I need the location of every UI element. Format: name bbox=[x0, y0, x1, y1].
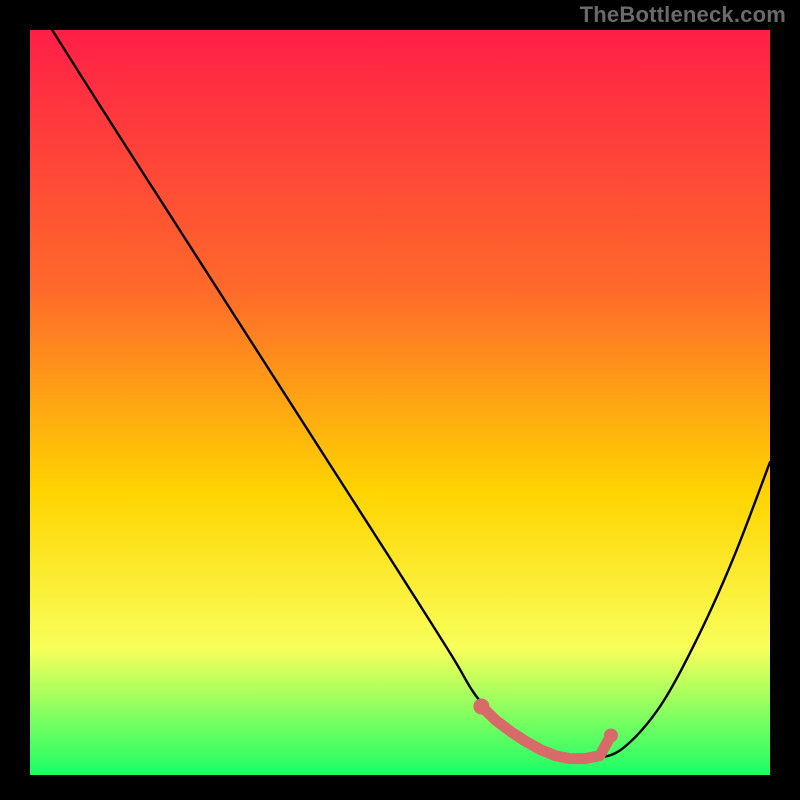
highlight-end-dot bbox=[473, 698, 489, 714]
gradient-background bbox=[30, 30, 770, 775]
highlight-end-dot bbox=[604, 729, 618, 743]
plot-area bbox=[30, 30, 770, 775]
chart-container: { "header": { "watermark": "TheBottlenec… bbox=[0, 0, 800, 800]
chart-svg bbox=[30, 30, 770, 775]
watermark-text: TheBottleneck.com bbox=[580, 2, 786, 28]
